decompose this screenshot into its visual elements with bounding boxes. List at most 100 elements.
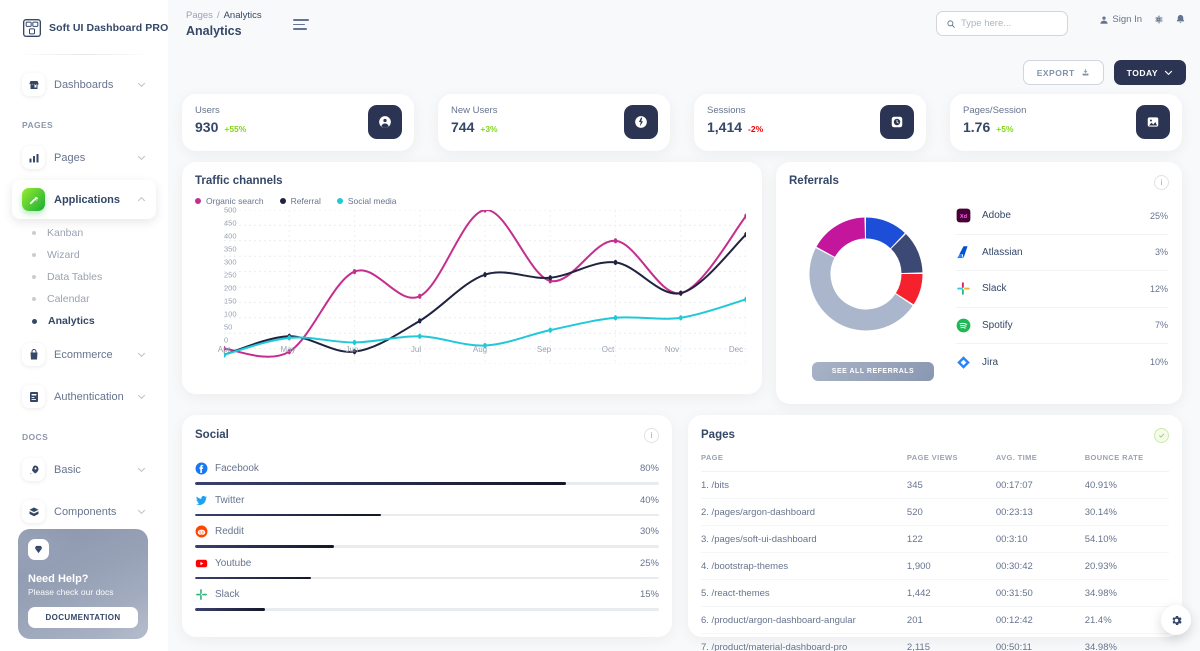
sidebar-item-basic[interactable]: Basic: [12, 450, 156, 489]
list-item[interactable]: Spotify 7%: [956, 308, 1168, 344]
sidebar-item-authentication[interactable]: Authentication: [12, 377, 156, 416]
referral-pct: 7%: [1154, 320, 1168, 331]
legend-label: Organic search: [206, 196, 264, 206]
sidebar-item-label: Components: [54, 505, 117, 518]
sidebar-section-pages: PAGES: [22, 120, 54, 130]
table-row[interactable]: 1. /bits 345 00:17:07 40.91%: [701, 471, 1169, 499]
sidebar-item-ecommerce[interactable]: Ecommerce: [12, 335, 156, 374]
jira-icon: [956, 355, 971, 370]
stat-card-new-users: New Users 744 +3%: [438, 94, 670, 151]
sidebar-item-label: Pages: [54, 151, 86, 164]
chevron-down-icon: [137, 82, 146, 87]
stat-value: 1.76: [963, 119, 991, 135]
cell-page-views: 1,442: [906, 579, 996, 607]
legend-item-referral[interactable]: Referral: [279, 196, 321, 206]
search-box[interactable]: [936, 11, 1068, 36]
social-name: Youtube: [215, 557, 252, 569]
sidebar-subitem-analytics[interactable]: Analytics: [16, 310, 160, 332]
x-axis-tick: Jul: [410, 345, 422, 354]
legend-item-organic-search[interactable]: Organic search: [195, 196, 264, 206]
cell-page-views: 345: [906, 471, 996, 499]
cell-page: 7. /product/material-dashboard-pro: [701, 641, 848, 651]
traffic-chart-legend: Organic search Referral Social media: [195, 196, 749, 206]
info-icon[interactable]: i: [644, 428, 659, 443]
cell-avg-time: 00:17:07: [995, 471, 1085, 499]
today-button[interactable]: TODAY: [1113, 60, 1186, 85]
sidebar-subitem-wizard[interactable]: Wizard: [16, 244, 160, 266]
referrals-card: Referrals i SEE ALL REFERRALS Xd Adobe 2…: [776, 162, 1182, 404]
sidebar-item-components[interactable]: Components: [12, 492, 156, 531]
social-list: Facebook 80% Twitter 40% Reddit 30% Yout…: [195, 453, 659, 611]
search-input[interactable]: [961, 18, 1058, 29]
cell-bounce-rate: 30.14%: [1084, 498, 1169, 526]
table-row[interactable]: 3. /pages/soft-ui-dashboard 122 00:3:10 54.…: [701, 525, 1169, 553]
chart-point: [483, 272, 487, 278]
donut-segment-slack[interactable]: [890, 234, 923, 274]
sidebar-item-applications[interactable]: Applications: [12, 180, 156, 219]
documentation-button[interactable]: DOCUMENTATION: [28, 607, 138, 628]
cell-bounce-rate: 34.98%: [1084, 641, 1117, 651]
list-item[interactable]: Slack 12%: [956, 271, 1168, 308]
brand[interactable]: Soft UI Dashboard PRO: [8, 0, 168, 50]
chart-point: [678, 315, 683, 321]
donut-segment-atlassian[interactable]: [895, 273, 923, 305]
gear-icon[interactable]: [1153, 14, 1164, 25]
info-icon[interactable]: i: [1154, 175, 1169, 190]
svg-text:Xd: Xd: [960, 214, 968, 220]
donut-segment-adobe[interactable]: [816, 217, 866, 258]
clock-icon: [880, 105, 914, 139]
chart-point: [548, 327, 553, 333]
table-row[interactable]: 5. /react-themes 1,442 00:31:50 34.98%: [701, 579, 1169, 607]
sidebar-item-pages[interactable]: Pages: [12, 138, 156, 177]
sidebar-item-label: Basic: [54, 463, 81, 476]
user-icon: [1100, 15, 1108, 24]
x-axis-tick: Jun: [345, 345, 359, 354]
sidebar-subitem-calendar[interactable]: Calendar: [16, 288, 160, 310]
hamburger-icon[interactable]: [293, 16, 309, 33]
x-axis-tick: Dec: [728, 345, 744, 354]
bell-icon[interactable]: [1175, 14, 1186, 25]
sidebar-divider: [16, 54, 152, 55]
sidebar-subitem-kanban[interactable]: Kanban: [16, 222, 160, 244]
table-row[interactable]: 2. /pages/argon-dashboard 520 00:23:13 30.1…: [701, 498, 1169, 526]
list-item[interactable]: Atlassian 3%: [956, 235, 1168, 271]
referral-pct: 25%: [1149, 210, 1168, 221]
sidebar-item-dashboards[interactable]: Dashboards: [12, 65, 156, 104]
settings-fab-button[interactable]: [1161, 605, 1191, 635]
chart-point: [483, 210, 487, 213]
sidebar-item-label: Applications: [54, 193, 121, 206]
donut-segment-jira[interactable]: [809, 248, 913, 331]
cell-avg-time: 00:31:50: [995, 579, 1085, 607]
legend-label: Social media: [347, 196, 397, 206]
spotify-icon: [956, 318, 971, 333]
list-item: Reddit 30%: [195, 516, 659, 548]
cell-avg-time: 00:50:11: [995, 641, 1033, 651]
rocket-icon: [22, 458, 45, 481]
donut-segment-spotify[interactable]: [865, 217, 905, 249]
breadcrumb-parent[interactable]: Pages: [186, 10, 213, 21]
table-row[interactable]: 7. /product/material-dashboard-pro 2,115 0…: [701, 634, 1169, 651]
pages-table: PAGE PAGE VIEWS AVG. TIME BOUNCE RATE 1.…: [701, 453, 1169, 651]
social-name: Slack: [215, 589, 240, 600]
referral-name: Jira: [982, 356, 999, 368]
list-item[interactable]: Xd Adobe 25%: [956, 198, 1168, 235]
check-circle-icon[interactable]: [1154, 428, 1169, 443]
sign-in-button[interactable]: Sign In: [1099, 14, 1142, 25]
slack-icon: [956, 281, 971, 296]
referral-name: Adobe: [982, 210, 1011, 222]
referrals-list: Xd Adobe 25% Atlassian 3% Slack 12% Spot…: [956, 198, 1168, 381]
export-button[interactable]: EXPORT: [1022, 60, 1104, 85]
stat-card-users: Users 930 +55%: [182, 94, 414, 151]
sidebar-subitem-data-tables[interactable]: Data Tables: [16, 266, 160, 288]
twitter-icon: [195, 494, 208, 507]
page-title: Analytics: [186, 24, 242, 38]
cell-bounce-rate: 34.98%: [1084, 579, 1169, 607]
progress-bar: [195, 608, 659, 611]
table-row[interactable]: 4. /bootstrap-themes 1,900 00:30:42 20.93%: [701, 552, 1169, 580]
table-row[interactable]: 6. /product/argon-dashboard-angular 201 00…: [701, 606, 1169, 634]
legend-item-social-media[interactable]: Social media: [336, 196, 397, 206]
chart-point: [613, 315, 618, 321]
see-all-referrals-button[interactable]: SEE ALL REFERRALS: [812, 362, 934, 381]
help-card-title: Need Help?: [28, 573, 89, 585]
list-item[interactable]: Jira 10%: [956, 344, 1168, 381]
